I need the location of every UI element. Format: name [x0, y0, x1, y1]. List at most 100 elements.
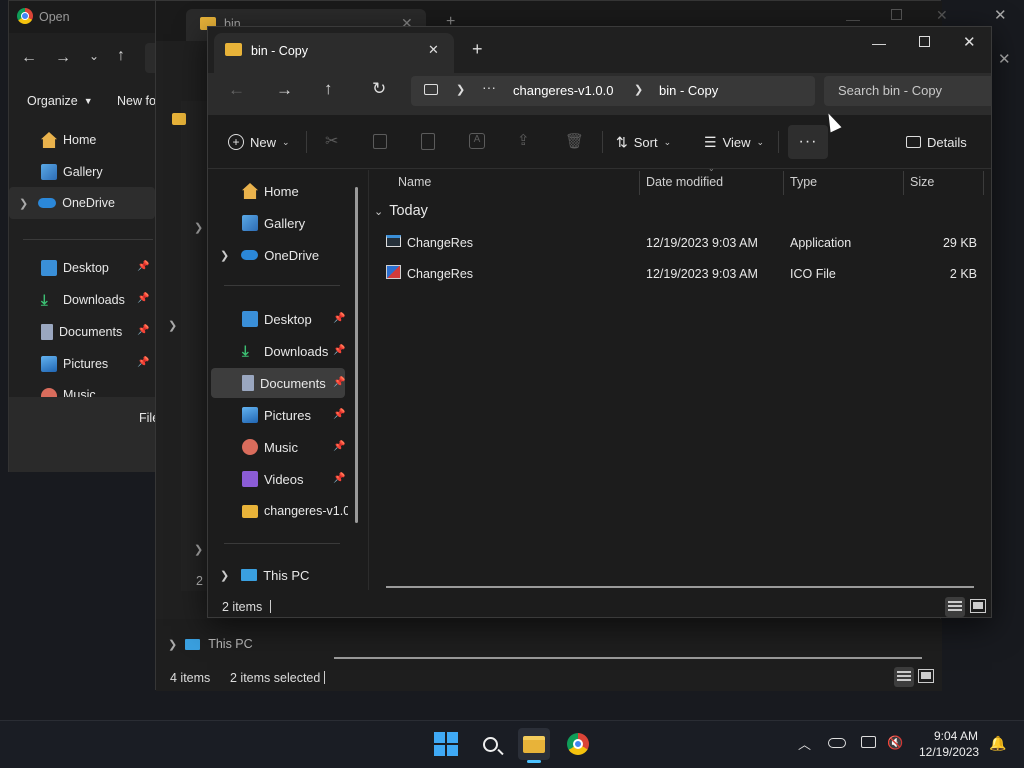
nav-pictures[interactable]: Pictures	[232, 400, 311, 430]
forward-arrow-icon[interactable]: →	[55, 49, 71, 67]
network-icon[interactable]	[861, 736, 876, 748]
chrome-taskbar-button[interactable]	[562, 728, 594, 760]
pin-icon[interactable]: 📌	[137, 325, 149, 336]
sort-button[interactable]: ⇅ Sort ⌄	[610, 126, 677, 158]
new-folder-button[interactable]: New fo	[117, 94, 156, 108]
dialog-nav-pictures[interactable]: Pictures	[31, 349, 108, 379]
see-more-button[interactable]: ···	[788, 125, 828, 159]
more-icon[interactable]: ···	[482, 79, 496, 95]
minimize-icon[interactable]: —	[846, 11, 860, 27]
pin-icon[interactable]: 📌	[137, 293, 149, 304]
clock-date[interactable]: 12/19/2023	[919, 745, 979, 759]
dialog-nav-onedrive[interactable]: ❯ OneDrive	[9, 187, 155, 219]
dialog-nav-gallery[interactable]: Gallery	[31, 157, 103, 187]
view-button[interactable]: ☰ View ⌄	[698, 126, 770, 158]
rename-icon[interactable]: A	[469, 133, 485, 149]
file-explorer-taskbar-button[interactable]	[518, 728, 550, 760]
column-header-size[interactable]: Size	[910, 169, 934, 195]
up-arrow-icon[interactable]: ↑	[324, 79, 333, 99]
nav-home[interactable]: Home	[232, 176, 299, 206]
start-button[interactable]	[430, 728, 462, 760]
chevron-up-icon[interactable]: ︿	[798, 734, 811, 753]
close-icon[interactable]: ✕	[998, 50, 1011, 68]
details-view-button[interactable]	[894, 667, 914, 687]
clock-time[interactable]: 9:04 AM	[934, 729, 978, 743]
chevron-right-icon[interactable]: ❯	[194, 221, 203, 234]
pin-icon[interactable]: 📌	[333, 345, 345, 356]
column-header-name[interactable]: Name	[398, 169, 431, 195]
pin-icon[interactable]: 📌	[333, 313, 345, 324]
cloud-icon	[241, 250, 259, 260]
search-button[interactable]	[474, 728, 506, 760]
refresh-icon[interactable]: ↻	[372, 79, 386, 99]
close-icon[interactable]: ✕	[936, 7, 948, 24]
forward-arrow-icon[interactable]: →	[276, 80, 293, 100]
pin-icon[interactable]: 📌	[333, 441, 345, 452]
nav-onedrive[interactable]: ❯ OneDrive	[210, 240, 319, 270]
column-divider[interactable]	[983, 171, 984, 195]
table-row[interactable]: ChangeRes 12/19/2023 9:03 AM ICO File 2 …	[378, 260, 983, 288]
pin-icon[interactable]: 📌	[333, 409, 345, 420]
horizontal-scrollbar[interactable]	[334, 657, 922, 659]
tab-close-icon[interactable]: ✕	[428, 42, 439, 58]
maximize-icon[interactable]	[919, 36, 930, 47]
nav-videos[interactable]: Videos	[232, 464, 304, 494]
column-divider[interactable]	[903, 171, 904, 195]
column-header-type[interactable]: Type	[790, 169, 817, 195]
tiles-view-button[interactable]	[918, 669, 934, 683]
music-icon	[41, 388, 57, 397]
close-icon[interactable]: ✕	[963, 33, 976, 51]
table-row[interactable]: ChangeRes 12/19/2023 9:03 AM Application…	[378, 229, 983, 257]
close-icon[interactable]: ✕	[994, 6, 1007, 24]
this-pc-item[interactable]: ❯ This PC	[168, 637, 253, 651]
delete-icon[interactable]: 🗑	[565, 132, 584, 150]
chevron-right-icon[interactable]: ❯	[168, 319, 177, 332]
dialog-nav-desktop[interactable]: Desktop	[31, 253, 109, 283]
details-button[interactable]: Details	[900, 126, 973, 158]
pin-icon[interactable]: 📌	[333, 377, 345, 388]
breadcrumb-changeres[interactable]: changeres-v1.0.0	[513, 83, 613, 98]
column-divider[interactable]	[639, 171, 640, 195]
nav-scrollbar[interactable]	[355, 187, 358, 523]
dialog-nav-documents[interactable]: Documents	[31, 317, 122, 347]
tab-bin-copy[interactable]	[214, 33, 454, 73]
minimize-icon[interactable]: —	[872, 35, 886, 51]
back-arrow-icon[interactable]: ←	[21, 49, 37, 67]
notification-bell-icon[interactable]: 🔔	[989, 735, 1006, 752]
up-arrow-icon[interactable]: ↑	[117, 47, 125, 65]
pin-icon[interactable]: 📌	[333, 473, 345, 484]
chevron-down-icon[interactable]: ⌄	[89, 49, 99, 63]
column-header-date[interactable]: Date modified	[646, 169, 723, 195]
horizontal-scrollbar[interactable]	[386, 586, 974, 588]
nav-downloads[interactable]: ⤓ Downloads	[232, 336, 328, 366]
breadcrumb-bin-copy[interactable]: bin - Copy	[659, 83, 718, 98]
nav-documents[interactable]: Documents	[211, 368, 345, 398]
chevron-right-icon[interactable]: ❯	[194, 543, 203, 556]
pin-icon[interactable]: 📌	[137, 357, 149, 368]
nav-music[interactable]: Music	[232, 432, 298, 462]
dialog-nav-home[interactable]: Home	[31, 125, 96, 155]
cut-icon[interactable]: ✂	[325, 131, 338, 151]
tiles-view-button[interactable]	[970, 599, 986, 613]
back-arrow-icon[interactable]: ←	[228, 80, 245, 100]
new-button[interactable]: + New ⌄	[222, 126, 296, 158]
maximize-icon[interactable]	[891, 9, 902, 20]
nav-gallery[interactable]: Gallery	[232, 208, 305, 238]
details-view-button[interactable]	[945, 597, 965, 617]
volume-muted-icon[interactable]: 🔇	[887, 735, 903, 751]
dialog-nav-music[interactable]: Music	[31, 381, 96, 397]
new-label: New	[250, 134, 277, 150]
group-header[interactable]: ⌄ Today	[374, 203, 428, 219]
share-icon[interactable]: ⇪	[517, 131, 530, 149]
onedrive-offline-icon[interactable]	[828, 738, 846, 748]
organize-button[interactable]: Organize ▼	[27, 94, 93, 108]
paste-icon[interactable]	[421, 133, 435, 150]
dialog-nav-downloads[interactable]: ⤓ Downloads	[31, 285, 125, 315]
nav-desktop[interactable]: Desktop	[232, 304, 312, 334]
nav-this-pc[interactable]: ❯ This PC	[210, 560, 309, 590]
nav-changeres[interactable]: changeres-v1.0.0	[232, 496, 348, 526]
column-divider[interactable]	[783, 171, 784, 195]
copy-icon[interactable]	[373, 134, 387, 149]
pin-icon[interactable]: 📌	[137, 261, 149, 272]
new-tab-icon[interactable]: +	[472, 39, 483, 60]
